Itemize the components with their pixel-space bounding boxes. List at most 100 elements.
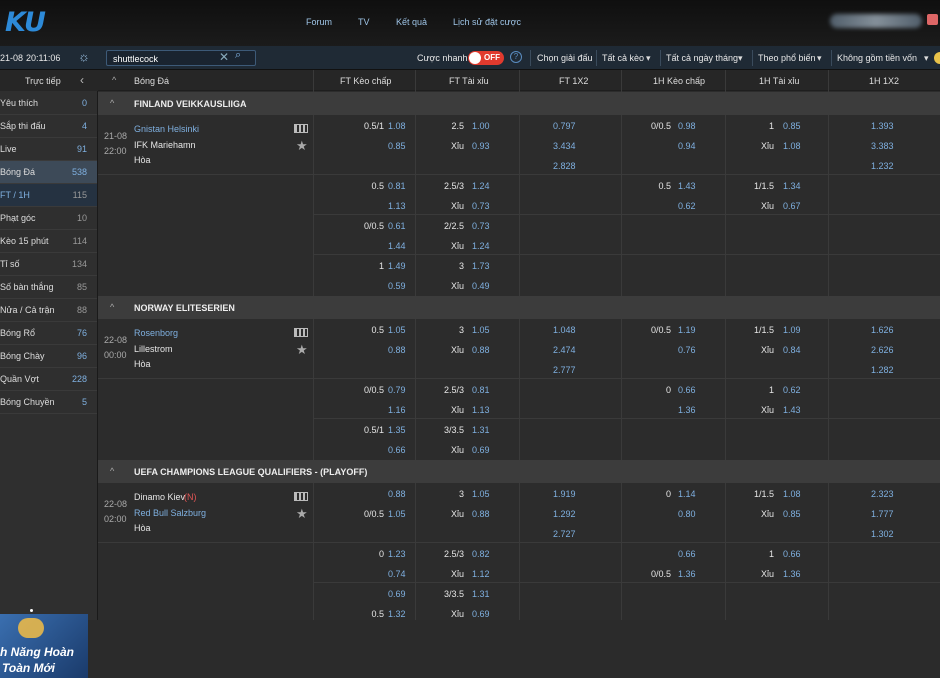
home-team[interactable]: Dinamo Kiev xyxy=(134,492,185,502)
collapse-icon[interactable]: ‹ xyxy=(80,73,84,87)
stats-icon[interactable] xyxy=(294,124,308,133)
coin-icon[interactable] xyxy=(934,52,940,64)
odds-value[interactable]: 1.36 xyxy=(678,569,708,579)
odds-value[interactable]: 1.09 xyxy=(783,325,813,335)
sidebar-item[interactable]: Bóng Đá 538 xyxy=(0,161,97,184)
odds-value[interactable]: 0.82 xyxy=(472,549,502,559)
odds-value[interactable]: 0.94 xyxy=(678,141,708,151)
quick-bet-toggle[interactable]: OFF xyxy=(468,51,504,65)
odds-value[interactable]: 0.88 xyxy=(388,345,418,355)
odds-value[interactable]: 1.282 xyxy=(871,365,901,375)
odds-value[interactable]: 2.727 xyxy=(553,529,583,539)
odds-value[interactable]: 1.35 xyxy=(388,425,418,435)
league-header[interactable]: ^ NORWAY ELITESERIEN xyxy=(98,296,940,319)
odds-value[interactable]: 0.85 xyxy=(783,509,813,519)
odds-value[interactable]: 1.14 xyxy=(678,489,708,499)
odds-value[interactable]: 1.05 xyxy=(472,489,502,499)
nav-tv[interactable]: TV xyxy=(358,17,370,27)
odds-value[interactable]: 1.36 xyxy=(783,569,813,579)
away-team[interactable]: Lillestrom xyxy=(134,344,173,354)
sidebar-item[interactable]: Live 91 xyxy=(0,138,97,161)
odds-value[interactable]: 0.88 xyxy=(472,345,502,355)
odds-value[interactable]: 0.79 xyxy=(388,385,418,395)
odds-value[interactable]: 0.66 xyxy=(678,549,708,559)
league-header[interactable]: ^ FINLAND VEIKKAUSLIIGA xyxy=(98,92,940,115)
odds-value[interactable]: 0.66 xyxy=(388,445,418,455)
odds-value[interactable]: 0.88 xyxy=(472,509,502,519)
help-icon[interactable]: ? xyxy=(510,51,522,63)
odds-value[interactable]: 0.93 xyxy=(472,141,502,151)
stats-icon[interactable] xyxy=(294,492,308,501)
home-team[interactable]: Gnistan Helsinki xyxy=(134,124,199,134)
odds-value[interactable]: 1.13 xyxy=(388,201,418,211)
sidebar-item[interactable]: Bóng Rổ 76 xyxy=(0,322,97,345)
odds-value[interactable]: 0.81 xyxy=(472,385,502,395)
odds-value[interactable]: 1.36 xyxy=(678,405,708,415)
carousel-dot[interactable] xyxy=(30,609,33,612)
odds-value[interactable]: 0.81 xyxy=(388,181,418,191)
odds-value[interactable]: 0.49 xyxy=(472,281,502,291)
odds-value[interactable]: 1.302 xyxy=(871,529,901,539)
odds-value[interactable]: 0.85 xyxy=(388,141,418,151)
odds-value[interactable]: 1.777 xyxy=(871,509,901,519)
odds-value[interactable]: 1.292 xyxy=(553,509,583,519)
odds-value[interactable]: 1.23 xyxy=(388,549,418,559)
odds-value[interactable]: 2.828 xyxy=(553,161,583,171)
stats-icon[interactable] xyxy=(294,328,308,337)
odds-value[interactable]: 1.44 xyxy=(388,241,418,251)
favorite-star-icon[interactable]: ★ xyxy=(296,342,308,358)
sun-icon[interactable]: ☼ xyxy=(78,49,90,64)
odds-value[interactable]: 1.08 xyxy=(783,489,813,499)
odds-value[interactable]: 1.73 xyxy=(472,261,502,271)
league-header[interactable]: ^ UEFA CHAMPIONS LEAGUE QUALIFIERS - (PLA… xyxy=(98,460,940,483)
logo[interactable]: KU xyxy=(5,7,46,38)
sidebar-item[interactable]: Quần Vợt 228 xyxy=(0,368,97,391)
odds-value[interactable]: 1.32 xyxy=(388,609,418,619)
odds-value[interactable]: 0.61 xyxy=(388,221,418,231)
capital-dropdown[interactable]: Không gồm tiền vốn xyxy=(837,53,917,63)
odds-value[interactable]: 2.626 xyxy=(871,345,901,355)
odds-value[interactable]: 0.69 xyxy=(472,609,502,619)
odds-value[interactable]: 0.88 xyxy=(388,489,418,499)
odds-value[interactable]: 0.66 xyxy=(783,549,813,559)
odds-value[interactable]: 2.323 xyxy=(871,489,901,499)
odds-value[interactable]: 1.49 xyxy=(388,261,418,271)
odds-value[interactable]: 1.16 xyxy=(388,405,418,415)
odds-value[interactable]: 1.31 xyxy=(472,589,502,599)
odds-value[interactable]: 0.67 xyxy=(783,201,813,211)
sidebar-item[interactable]: Bóng Chày 96 xyxy=(0,345,97,368)
odds-value[interactable]: 0.76 xyxy=(678,345,708,355)
odds-value[interactable]: 0.69 xyxy=(472,445,502,455)
away-team[interactable]: IFK Mariehamn xyxy=(134,140,196,150)
odds-value[interactable]: 1.08 xyxy=(388,121,418,131)
sidebar-item[interactable]: Phạt góc 10 xyxy=(0,207,97,230)
odds-value[interactable]: 1.626 xyxy=(871,325,901,335)
odds-value[interactable]: 0.69 xyxy=(388,589,418,599)
odds-value[interactable]: 1.34 xyxy=(783,181,813,191)
odds-value[interactable]: 1.19 xyxy=(678,325,708,335)
odds-value[interactable]: 1.919 xyxy=(553,489,583,499)
odds-value[interactable]: 1.393 xyxy=(871,121,901,131)
odds-value[interactable]: 0.98 xyxy=(678,121,708,131)
odds-value[interactable]: 0.80 xyxy=(678,509,708,519)
odds-value[interactable]: 0.62 xyxy=(678,201,708,211)
odds-value[interactable]: 0.74 xyxy=(388,569,418,579)
sort-dropdown[interactable]: Theo phổ biến xyxy=(758,53,816,63)
collapse-icon[interactable]: ^ xyxy=(110,302,114,312)
sidebar-item[interactable]: Sắp thi đấu 4 xyxy=(0,115,97,138)
odds-value[interactable]: 1.24 xyxy=(472,241,502,251)
collapse-all-icon[interactable]: ^ xyxy=(112,75,116,85)
odds-value[interactable]: 3.383 xyxy=(871,141,901,151)
odds-value[interactable]: 3.434 xyxy=(553,141,583,151)
odds-value[interactable]: 0.85 xyxy=(783,121,813,131)
odds-value[interactable]: 0.73 xyxy=(472,221,502,231)
favorite-star-icon[interactable]: ★ xyxy=(296,506,308,522)
odds-value[interactable]: 1.12 xyxy=(472,569,502,579)
odds-value[interactable]: 1.05 xyxy=(388,325,418,335)
sidebar-item[interactable]: Kèo 15 phút 114 xyxy=(0,230,97,253)
nav-bet-history[interactable]: Lịch sử đặt cược xyxy=(453,17,521,27)
odds-value[interactable]: 0.66 xyxy=(678,385,708,395)
odds-value[interactable]: 2.777 xyxy=(553,365,583,375)
odds-value[interactable]: 1.31 xyxy=(472,425,502,435)
odds-value[interactable]: 1.05 xyxy=(472,325,502,335)
